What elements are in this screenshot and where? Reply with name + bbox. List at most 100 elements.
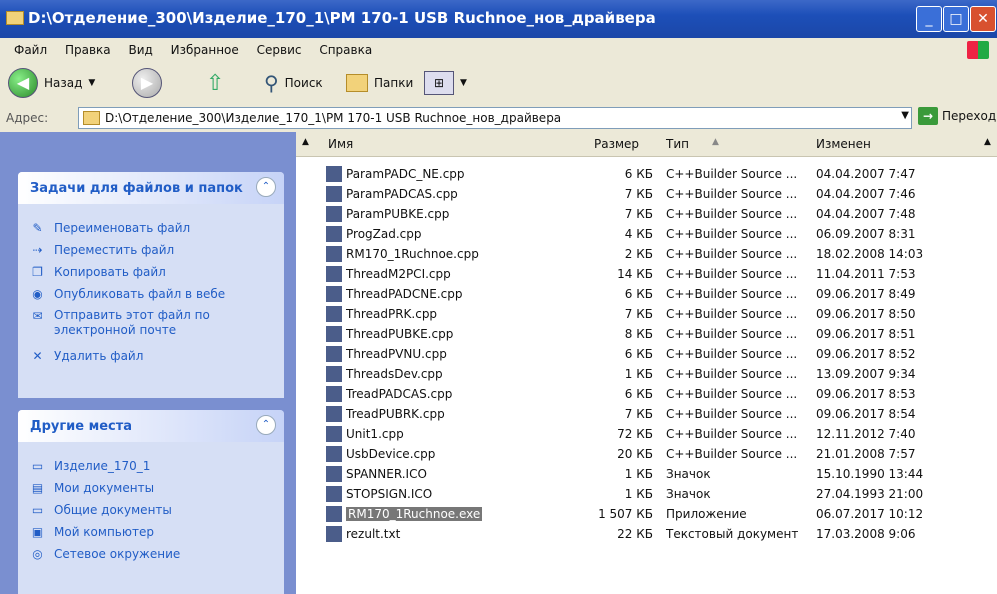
scroll-up-icon[interactable]: ▲ — [984, 137, 991, 147]
file-size: 14 КБ — [617, 267, 653, 281]
address-bar: Адрес: D:\Отделение_300\Изделие_170_1\РМ… — [0, 104, 997, 133]
file-row[interactable]: ProgZad.cpp 4 КБ C++Builder Source ... 06.0… — [296, 224, 997, 244]
file-row[interactable]: ThreadPRK.cpp 7 КБ C++Builder Source ... 09… — [296, 304, 997, 324]
move-icon: ⇢ — [32, 243, 43, 257]
forward-arrow-icon: ▶ — [132, 68, 162, 98]
file-modified: 11.04.2011 7:53 — [816, 267, 916, 281]
file-row[interactable]: ThreadsDev.cpp 1 КБ C++Builder Source ... 1… — [296, 364, 997, 384]
file-row[interactable]: STOPSIGN.ICO 1 КБ Значок 27.04.1993 21:00 — [296, 484, 997, 504]
file-icon — [326, 366, 342, 382]
menu-file[interactable]: Файл — [14, 38, 47, 62]
globe-icon: ◉ — [32, 287, 43, 301]
scroll-up-icon[interactable]: ▲ — [302, 137, 309, 147]
place-network[interactable]: ◎ Сетевое окружение — [18, 544, 284, 566]
task-move[interactable]: ⇢ Переместить файл — [18, 240, 284, 262]
address-value: D:\Отделение_300\Изделие_170_1\РМ 170-1 … — [105, 111, 562, 125]
file-name: ParamPADC_NE.cpp — [346, 167, 465, 181]
file-type: C++Builder Source ... — [666, 407, 798, 421]
file-row[interactable]: RM170_1Ruchnoe.cpp 2 КБ C++Builder Source … — [296, 244, 997, 264]
task-delete[interactable]: ✕ Удалить файл — [18, 346, 284, 368]
task-publish[interactable]: ◉ Опубликовать файл в вебе — [18, 284, 284, 306]
place-shared-documents[interactable]: ▭ Общие документы — [18, 500, 284, 522]
file-modified: 21.01.2008 7:57 — [816, 447, 916, 461]
minimize-button[interactable]: _ — [916, 6, 942, 32]
task-label: Опубликовать файл в вебе — [54, 287, 226, 301]
file-modified: 15.10.1990 13:44 — [816, 467, 924, 481]
file-size: 1 507 КБ — [598, 507, 653, 521]
menu-help[interactable]: Справка — [319, 38, 372, 62]
folder-icon: ▭ — [31, 459, 44, 473]
forward-button[interactable]: ▶ — [132, 68, 162, 98]
column-size[interactable]: Размер — [594, 137, 639, 151]
file-row[interactable]: rezult.txt 22 КБ Текстовый документ 17.03.2… — [296, 524, 997, 544]
sort-indicator-icon: ▲ — [712, 137, 719, 147]
file-name: RM170_1Ruchnoe.cpp — [346, 247, 479, 261]
file-size: 1 КБ — [624, 467, 653, 481]
collapse-icon[interactable]: ⌃ — [256, 177, 276, 197]
chevron-down-icon[interactable]: ▼ — [901, 110, 909, 121]
places-panel-header[interactable]: Другие места ⌃ — [18, 410, 284, 442]
address-input[interactable]: D:\Отделение_300\Изделие_170_1\РМ 170-1 … — [78, 107, 912, 129]
file-row[interactable]: ParamPUBKE.cpp 7 КБ C++Builder Source ... 0… — [296, 204, 997, 224]
column-name[interactable]: Имя — [328, 137, 353, 151]
file-row[interactable]: RM170_1Ruchnoe.exe 1 507 КБ Приложение 06.0… — [296, 504, 997, 524]
views-button[interactable]: ⊞ ▼ — [424, 68, 467, 98]
file-icon — [326, 306, 342, 322]
file-modified: 09.06.2017 8:51 — [816, 327, 916, 341]
file-type: C++Builder Source ... — [666, 287, 798, 301]
go-button[interactable]: → Переход — [918, 107, 996, 125]
file-list: ▲ Имя Размер Тип ▲ Изменен ▲ ParamPADC_N… — [296, 132, 997, 594]
tasks-panel-header[interactable]: Задачи для файлов и папок ⌃ — [18, 172, 284, 204]
menu-favorites[interactable]: Избранное — [171, 38, 239, 62]
file-name: ThreadPUBKE.cpp — [346, 327, 454, 341]
file-icon — [326, 426, 342, 442]
collapse-icon[interactable]: ⌃ — [256, 415, 276, 435]
file-icon — [326, 186, 342, 202]
close-button[interactable]: ✕ — [970, 6, 996, 32]
column-type[interactable]: Тип — [666, 137, 689, 151]
place-my-documents[interactable]: ▤ Мои документы — [18, 478, 284, 500]
place-parent-folder[interactable]: ▭ Изделие_170_1 — [18, 456, 284, 478]
up-folder-button[interactable]: ⇧ — [206, 68, 224, 98]
file-row[interactable]: UsbDevice.cpp 20 КБ C++Builder Source ... 2… — [296, 444, 997, 464]
task-rename[interactable]: ✎ Переименовать файл — [18, 218, 284, 240]
file-type: Значок — [666, 487, 711, 501]
file-modified: 04.04.2007 7:48 — [816, 207, 916, 221]
search-button[interactable]: ⚲ Поиск — [264, 68, 323, 98]
maximize-button[interactable]: □ — [943, 6, 969, 32]
file-modified: 06.07.2017 10:12 — [816, 507, 924, 521]
file-row[interactable]: TreadPADCAS.cpp 6 КБ C++Builder Source ...… — [296, 384, 997, 404]
file-type: Значок — [666, 467, 711, 481]
file-row[interactable]: ThreadPADCNE.cpp 6 КБ C++Builder Source ..… — [296, 284, 997, 304]
file-row[interactable]: SPANNER.ICO 1 КБ Значок 15.10.1990 13:44 — [296, 464, 997, 484]
place-label: Мои документы — [54, 481, 155, 495]
file-row[interactable]: TreadPUBRK.cpp 7 КБ C++Builder Source ... 0… — [296, 404, 997, 424]
column-modified[interactable]: Изменен — [816, 137, 871, 151]
menu-tools[interactable]: Сервис — [257, 38, 302, 62]
file-row[interactable]: ThreadPVNU.cpp 6 КБ C++Builder Source ... 0… — [296, 344, 997, 364]
folders-button[interactable]: Папки — [346, 68, 413, 98]
file-name: ThreadPADCNE.cpp — [346, 287, 463, 301]
file-row[interactable]: ParamPADCAS.cpp 7 КБ C++Builder Source ...… — [296, 184, 997, 204]
back-button[interactable]: ◀ Назад ▼ — [8, 68, 95, 98]
address-label: Адрес: — [6, 111, 49, 125]
task-email[interactable]: ✉ Отправить этот файл по электронной почт… — [18, 306, 284, 346]
file-row[interactable]: ThreadM2PCI.cpp 14 КБ C++Builder Source ..… — [296, 264, 997, 284]
file-name: TreadPADCAS.cpp — [346, 387, 453, 401]
task-copy[interactable]: ❐ Копировать файл — [18, 262, 284, 284]
task-label: Переместить файл — [54, 243, 175, 257]
place-my-computer[interactable]: ▣ Мой компьютер — [18, 522, 284, 544]
folder-icon — [83, 111, 100, 125]
file-row[interactable]: ThreadPUBKE.cpp 8 КБ C++Builder Source ...… — [296, 324, 997, 344]
file-row[interactable]: ParamPADC_NE.cpp 6 КБ C++Builder Source ..… — [296, 164, 997, 184]
file-size: 7 КБ — [624, 307, 653, 321]
file-name: ThreadsDev.cpp — [346, 367, 443, 381]
task-pane: Задачи для файлов и папок ⌃ ✎ Переименова… — [0, 132, 296, 594]
file-modified: 12.11.2012 7:40 — [816, 427, 916, 441]
file-type: Текстовый документ — [666, 527, 799, 541]
file-name: UsbDevice.cpp — [346, 447, 436, 461]
file-name: SPANNER.ICO — [346, 467, 427, 481]
menu-edit[interactable]: Правка — [65, 38, 111, 62]
menu-view[interactable]: Вид — [128, 38, 152, 62]
file-row[interactable]: Unit1.cpp 72 КБ C++Builder Source ... 12.11… — [296, 424, 997, 444]
